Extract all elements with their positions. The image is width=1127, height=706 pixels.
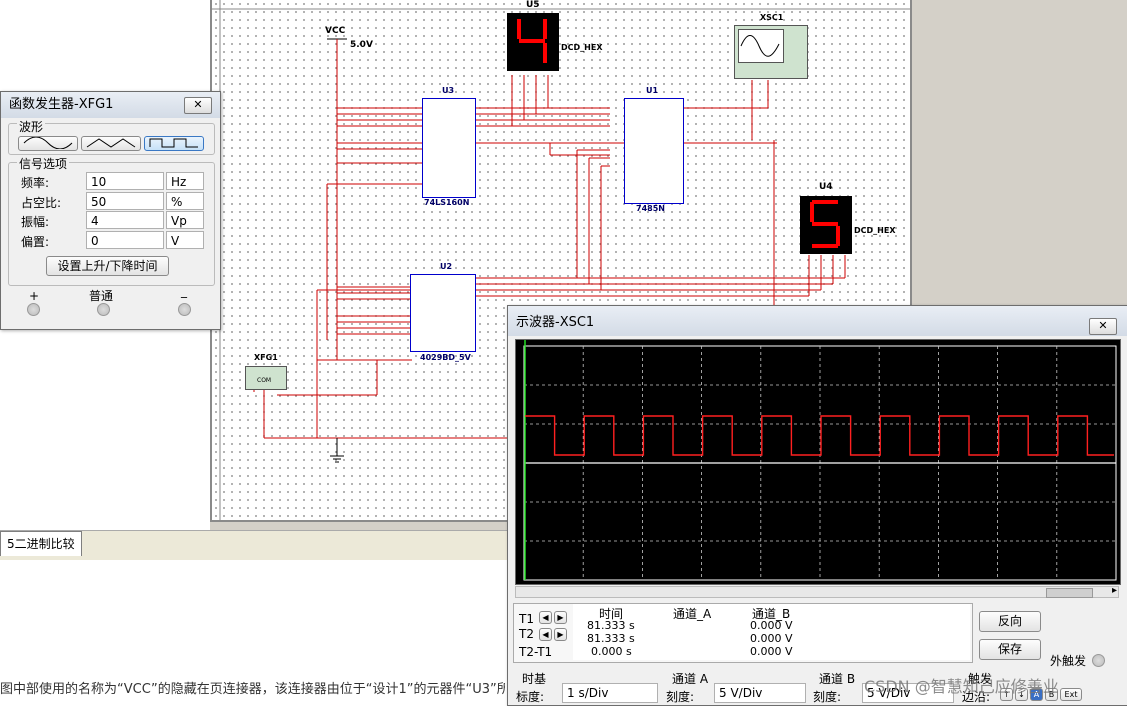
offset-unit[interactable]: V: [166, 231, 204, 249]
u2-chip[interactable]: [410, 274, 476, 352]
square-wave-button[interactable]: [144, 136, 204, 151]
col-channel-a: 通道_A: [673, 607, 712, 621]
timebase-scale-label: 标度:: [516, 690, 545, 704]
duty-input[interactable]: 50: [86, 192, 164, 210]
t1-time: 81.333 s: [587, 619, 635, 632]
channel-a-scale-input[interactable]: 5 V/Div: [714, 683, 806, 703]
fg-common-label: 普通: [89, 289, 114, 303]
xsc-icon[interactable]: [734, 25, 808, 79]
fg-common-terminal[interactable]: [97, 303, 110, 316]
sine-wave-button[interactable]: [18, 136, 78, 151]
u5-ref: U5: [526, 0, 540, 10]
vcc-value: 5.0V: [350, 40, 373, 50]
channel-a-label: 通道 A: [672, 672, 709, 686]
channel-b-scale-label: 刻度:: [813, 690, 842, 704]
osc-screen[interactable]: [515, 339, 1121, 585]
watermark: CSDN @智慧知己应修善业: [864, 677, 1059, 696]
fg-waveform-label: 波形: [17, 118, 46, 135]
u4-ref: U4: [819, 182, 833, 192]
osc-scroll-thumb[interactable]: [1046, 588, 1093, 598]
u5-display[interactable]: [507, 13, 559, 71]
xfg-com: COM: [257, 377, 272, 384]
u1-chip[interactable]: [624, 98, 684, 204]
trigger-ext-button[interactable]: Ext: [1060, 688, 1082, 701]
reverse-button[interactable]: 反向: [979, 611, 1041, 632]
channel-a-scale-label: 刻度:: [666, 690, 695, 704]
t2-label: T2: [519, 627, 534, 641]
triangle-wave-icon: [86, 138, 136, 148]
t1-chb: 0.000 V: [750, 619, 793, 632]
u3-chip[interactable]: [422, 98, 476, 198]
fg-minus-label: _: [181, 284, 187, 298]
scroll-right-icon[interactable]: ▸: [1112, 585, 1117, 596]
osc-channel-a-trace: [525, 415, 1114, 456]
t2t1-label: T2-T1: [519, 645, 553, 659]
u1-type: 7485N: [636, 204, 665, 213]
t1-label: T1: [519, 612, 534, 626]
amp-input[interactable]: 4: [86, 211, 164, 229]
osc-graph: [523, 340, 1117, 581]
rise-fall-time-button[interactable]: 设置上升/下降时间: [46, 256, 169, 276]
freq-label: 频率:: [21, 176, 50, 190]
ext-trigger-terminal[interactable]: [1092, 654, 1105, 667]
ext-trigger-label: 外触发: [1050, 654, 1087, 668]
osc-scrollbar[interactable]: ▸: [515, 585, 1119, 598]
sine-wave-icon: [23, 136, 73, 150]
duty-label: 占空比:: [21, 196, 62, 210]
osc-title: 示波器-XSC1: [516, 315, 595, 330]
offset-label: 偏置:: [21, 235, 50, 249]
fg-plus-label: +: [29, 289, 40, 303]
xfg-ref: XFG1: [254, 353, 278, 362]
offset-input[interactable]: 0: [86, 231, 164, 249]
fg-minus-terminal[interactable]: [178, 303, 191, 316]
u4-display[interactable]: [800, 196, 852, 254]
u1-ref: U1: [646, 86, 659, 95]
save-button[interactable]: 保存: [979, 639, 1041, 660]
status-message: 图中部使用的名称为“VCC”的隐藏在页连接器，该连接器由位于“设计1”的元器件“…: [0, 682, 505, 697]
fg-signal-label: 信号选项: [17, 155, 70, 172]
xsc-ref: XSC1: [760, 13, 784, 22]
duty-unit[interactable]: %: [166, 192, 204, 210]
t2-time: 81.333 s: [587, 632, 635, 645]
t2-chb: 0.000 V: [750, 632, 793, 645]
u5-type: DCD_HEX: [561, 43, 603, 52]
u2-type: 4029BD_5V: [420, 353, 471, 362]
u3-type: 74LS160N: [424, 198, 470, 207]
u4-type: DCD_HEX: [854, 226, 896, 235]
vcc-label: VCC: [325, 26, 346, 36]
triangle-wave-button[interactable]: [81, 136, 141, 151]
fg-title: 函数发生器-XFG1: [9, 97, 114, 112]
square-wave-icon: [149, 138, 198, 148]
dt-chb: 0.000 V: [750, 645, 793, 658]
u2-ref: U2: [440, 262, 453, 271]
t1-right-arrow-icon[interactable]: ▶: [554, 611, 567, 624]
timebase-input[interactable]: 1 s/Div: [562, 683, 658, 703]
osc-close-button[interactable]: ✕: [1089, 318, 1117, 335]
amp-unit[interactable]: Vp: [166, 211, 204, 229]
osc-titlebar[interactable]: 示波器-XSC1: [508, 306, 1127, 336]
workspace-background: [912, 0, 1127, 305]
freq-input[interactable]: 10: [86, 172, 164, 190]
dt-time: 0.000 s: [591, 645, 632, 658]
u3-ref: U3: [442, 86, 455, 95]
fg-plus-terminal[interactable]: [27, 303, 40, 316]
oscilloscope-window[interactable]: 示波器-XSC1 ✕ ▸ 时间 通道_A 通道_B T1 ◀ ▶ 81.333 …: [507, 305, 1127, 706]
channel-b-label: 通道 B: [819, 672, 856, 686]
t2-right-arrow-icon[interactable]: ▶: [554, 628, 567, 641]
fg-close-button[interactable]: ✕: [184, 97, 212, 114]
freq-unit[interactable]: Hz: [166, 172, 204, 190]
t1-left-arrow-icon[interactable]: ◀: [539, 611, 552, 624]
amp-label: 振幅:: [21, 215, 50, 229]
function-generator-window[interactable]: 函数发生器-XFG1 ✕ 波形 信号选项 频率: 10 Hz 占空比: 50 %…: [0, 91, 221, 330]
xfg-icon[interactable]: COM: [245, 366, 287, 390]
t2-left-arrow-icon[interactable]: ◀: [539, 628, 552, 641]
tab-binary-compare[interactable]: 5二进制比较: [0, 531, 82, 556]
timebase-label: 时基: [522, 672, 547, 686]
